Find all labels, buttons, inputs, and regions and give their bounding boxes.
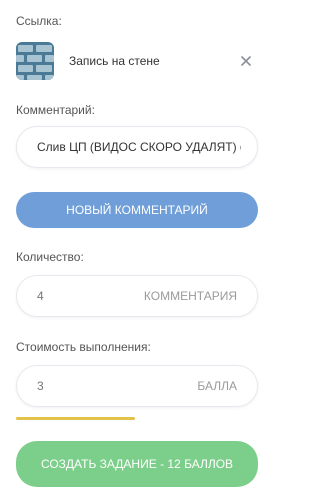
cost-input[interactable] xyxy=(37,379,97,393)
cost-unit: балла xyxy=(197,379,237,393)
quantity-unit: комментария xyxy=(143,289,237,303)
cost-progress-fill xyxy=(16,417,135,420)
comment-field[interactable] xyxy=(16,126,258,168)
quantity-input[interactable] xyxy=(37,289,97,303)
link-label: Ссылка: xyxy=(16,14,62,28)
comment-input[interactable] xyxy=(37,140,241,154)
quantity-field[interactable]: комментария xyxy=(16,275,258,317)
create-task-button[interactable]: Создать задание - 12 баллов xyxy=(16,441,258,487)
close-icon[interactable] xyxy=(238,53,254,69)
quantity-label: Количество: xyxy=(16,250,84,264)
brick-wall-icon xyxy=(16,42,54,80)
cost-progress-bar xyxy=(16,417,258,420)
link-title: Запись на стене xyxy=(69,54,160,68)
link-attachment: Запись на стене xyxy=(16,41,260,81)
cost-field[interactable]: балла xyxy=(16,365,258,407)
comment-label: Комментарий: xyxy=(16,103,95,117)
cost-label: Стоимость выполнения: xyxy=(16,340,151,354)
new-comment-button[interactable]: Новый комментарий xyxy=(16,192,258,228)
